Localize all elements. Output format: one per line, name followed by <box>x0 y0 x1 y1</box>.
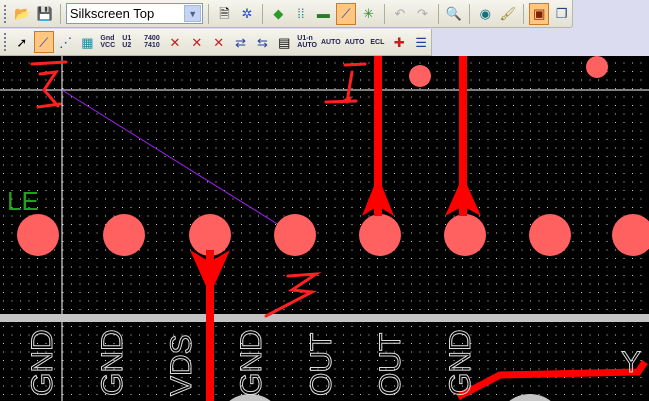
view-icon[interactable]: ◉ <box>475 3 496 25</box>
window-icon[interactable]: ❐ <box>551 3 572 25</box>
u1-u2-icon[interactable]: U1 U2 <box>121 31 141 53</box>
annotation-3-text: 3 <box>290 287 296 298</box>
toolbar-grip[interactable] <box>4 33 7 51</box>
route-icon[interactable]: ⟋ <box>335 2 357 25</box>
redo-icon[interactable]: ↷ <box>412 3 433 25</box>
delete-route-icon[interactable]: ✕ <box>165 31 185 53</box>
pcb-canvas[interactable]: GND GND VDS GND OUT OUT GND Y LE 1 2 3 <box>0 56 649 401</box>
board-edge <box>0 314 649 322</box>
pad-label: VDS <box>165 334 198 396</box>
auto-name-icon[interactable]: U1-n AUTO <box>296 31 318 53</box>
side-label: LE <box>7 186 39 216</box>
paint-icon[interactable]: 🖌 <box>498 3 519 25</box>
pad-label: OUT <box>305 333 338 396</box>
pad-label: GND <box>96 329 129 396</box>
pad[interactable] <box>17 214 59 256</box>
board-icon[interactable]: ▬ <box>313 3 334 25</box>
route-tool-icon[interactable]: ⟋ <box>33 31 54 53</box>
add-pin-icon[interactable]: ✚ <box>389 31 409 53</box>
separator <box>208 3 210 24</box>
add-component-icon[interactable]: ▦ <box>78 31 98 53</box>
pad-label: OUT <box>374 333 407 396</box>
pad[interactable] <box>529 214 571 256</box>
toolbar-grip[interactable] <box>4 4 7 23</box>
auto-gate-icon[interactable]: AUTO <box>344 31 366 53</box>
ecl-icon[interactable]: ECL <box>367 31 387 53</box>
pad[interactable] <box>444 214 486 256</box>
layer-select[interactable]: Silkscreen Top ▼ <box>65 3 204 24</box>
layer-properties-icon[interactable]: 🗎 <box>214 3 235 25</box>
annotation-2-text: 2 <box>45 92 51 103</box>
swap-icon[interactable]: ⇄ <box>231 31 251 53</box>
properties-icon[interactable]: ▤ <box>274 31 294 53</box>
pad-label: Y <box>621 346 641 379</box>
pad-label: GND <box>235 329 268 396</box>
via <box>586 56 608 78</box>
chevron-down-icon[interactable]: ▼ <box>184 5 202 22</box>
pad[interactable] <box>189 214 231 256</box>
pad[interactable] <box>274 214 316 256</box>
list-icon[interactable]: ☰ <box>411 31 431 53</box>
tools-toolbar: ➚ ⟋ ⋰ ▦ Gnd VCC U1 U2 7400 7410 ✕ ✕ ✕ ⇄ … <box>0 29 432 56</box>
separator <box>523 3 524 24</box>
separator <box>59 3 61 24</box>
pad-label: GND <box>444 329 477 396</box>
select-net-icon[interactable]: ⋰ <box>56 31 76 53</box>
select-icon[interactable]: ➚ <box>12 31 32 53</box>
gate-swap-icon[interactable]: ⇆ <box>253 31 273 53</box>
zoom-icon[interactable]: 🔍 <box>444 3 465 25</box>
component-icon[interactable]: ◆ <box>268 3 289 25</box>
undo-icon[interactable]: ↶ <box>390 3 411 25</box>
pad[interactable] <box>103 214 145 256</box>
separator <box>469 3 471 24</box>
pad-label: GND <box>26 329 59 396</box>
auto-route-icon[interactable]: AUTO <box>320 31 342 53</box>
active-tool-icon[interactable]: ▣ <box>528 2 550 25</box>
nets-icon[interactable]: ⁞⁞ <box>291 3 312 25</box>
save-icon[interactable]: 💾 <box>34 3 55 25</box>
via <box>409 65 431 87</box>
refresh-icon[interactable]: ✲ <box>237 3 258 25</box>
gnd-vcc-icon[interactable]: Gnd VCC <box>99 31 119 53</box>
main-toolbar: 📂 💾 Silkscreen Top ▼ 🗎 ✲ ◆ ⁞⁞ ▬ ⟋ ✳ ↶ ↷ … <box>0 0 573 28</box>
layer-select-value: Silkscreen Top <box>69 6 155 21</box>
annotation-1-text: 1 <box>350 92 356 103</box>
pad[interactable] <box>359 214 401 256</box>
ratsnest-icon[interactable]: ✳ <box>358 3 379 25</box>
delete-component-icon[interactable]: ✕ <box>209 31 229 53</box>
open-icon[interactable]: 📂 <box>12 3 33 25</box>
renumber-7400-icon[interactable]: 7400 7410 <box>143 31 163 53</box>
delete-nets-icon[interactable]: ✕ <box>187 31 207 53</box>
separator <box>437 3 439 24</box>
separator <box>383 3 385 24</box>
separator <box>262 3 264 24</box>
